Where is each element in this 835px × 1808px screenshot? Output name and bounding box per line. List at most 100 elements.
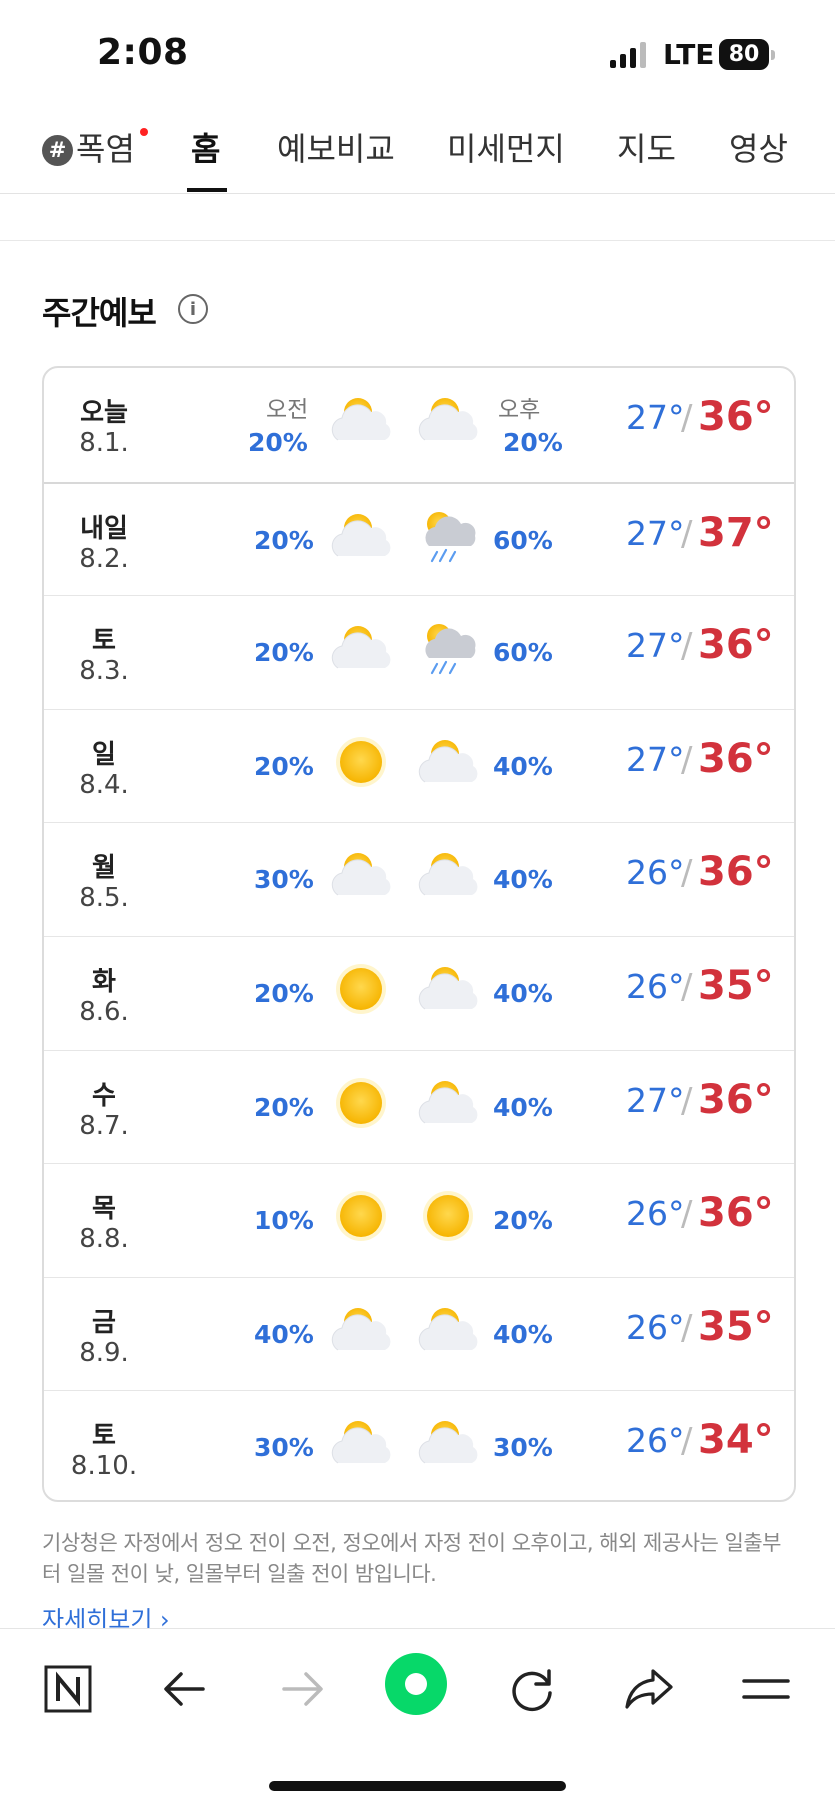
home-indicator — [269, 1781, 566, 1791]
naver-home-icon[interactable] — [38, 1659, 98, 1719]
date-label: 8.2. — [79, 543, 129, 574]
sunny-icon — [328, 732, 394, 792]
temp-separator: / — [681, 739, 693, 780]
date-label: 8.8. — [79, 1224, 129, 1255]
partly-cloudy-icon — [328, 506, 394, 566]
menu-icon[interactable] — [736, 1659, 796, 1719]
tab-heatwave[interactable]: # 폭염 — [42, 124, 135, 170]
partly-cloudy-icon — [415, 959, 481, 1019]
section-title: 주간예보 — [42, 294, 157, 332]
am-precip: 10% — [254, 1206, 314, 1236]
status-bar: 2:08 LTE 80 — [0, 0, 835, 110]
pm-precip: 40% — [493, 751, 553, 781]
low-temp: 26° — [626, 1194, 685, 1234]
temp-separator: / — [681, 513, 693, 554]
forecast-row: 월 8.5. 30% 40% 26°/36° — [44, 822, 794, 935]
signal-icon — [610, 42, 646, 68]
forecast-row: 일 8.4. 20% 40% 27°/36° — [44, 708, 794, 822]
high-temp: 36° — [698, 1076, 774, 1123]
pm-precip: 20% — [503, 428, 563, 457]
tab-fine-dust[interactable]: 미세먼지 — [447, 124, 565, 170]
info-icon[interactable]: i — [178, 294, 208, 324]
weekly-forecast-table: 오늘 8.1. 오전 오후 20% 20% 27°/36° 내일 8.2. 20% 60% 27°/3… — [42, 366, 796, 1502]
date-label: 8.6. — [79, 997, 129, 1027]
partly-cloudy-icon — [415, 1073, 481, 1133]
forecast-row: 내일 8.2. 20% 60% 27°/37° — [44, 481, 794, 595]
pm-precip: 40% — [493, 1319, 553, 1349]
day-label: 월 — [92, 853, 116, 884]
partly-cloudy-icon — [328, 1413, 394, 1473]
high-temp: 36° — [698, 849, 774, 896]
low-temp: 27° — [626, 513, 685, 553]
tab-map[interactable]: 지도 — [617, 124, 676, 170]
partly-cloudy-icon — [415, 732, 481, 792]
high-temp: 35° — [698, 963, 774, 1009]
battery-level: 80 — [719, 39, 769, 70]
sunny-icon — [415, 1186, 481, 1246]
high-temp: 36° — [698, 1190, 774, 1237]
tab-label: 폭염 — [76, 130, 135, 168]
forward-arrow-icon[interactable] — [272, 1659, 332, 1719]
low-temp: 27° — [626, 398, 685, 437]
am-precip: 40% — [254, 1319, 314, 1349]
partly-cloudy-icon — [328, 1300, 394, 1360]
day-label: 일 — [92, 739, 116, 770]
forecast-row: 화 8.6. 20% 40% 26°/35° — [44, 936, 794, 1049]
partly-cloudy-icon — [328, 845, 394, 905]
temp-separator: / — [681, 1080, 693, 1121]
temp-separator: / — [681, 1307, 693, 1348]
active-tab-indicator — [187, 188, 227, 192]
low-temp: 26° — [626, 1421, 685, 1461]
day-label: 내일 — [80, 513, 128, 544]
partly-cloudy-icon — [328, 618, 394, 678]
hashtag-icon: # — [42, 134, 73, 166]
high-temp: 36° — [698, 735, 774, 782]
green-dot-icon[interactable] — [383, 1651, 449, 1717]
tab-home[interactable]: 홈 — [191, 124, 220, 170]
high-temp: 36° — [698, 394, 774, 440]
sunny-icon — [328, 959, 394, 1019]
pm-precip: 40% — [493, 979, 553, 1008]
pm-label: 오후 — [498, 397, 541, 423]
date-label: 8.5. — [79, 883, 129, 914]
day-label: 수 — [92, 1080, 116, 1111]
date-label: 8.10. — [70, 1451, 138, 1482]
temp-separator: / — [681, 398, 693, 438]
forecast-row: 수 8.7. 20% 40% 27°/36° — [44, 1049, 794, 1163]
low-temp: 27° — [626, 1080, 685, 1120]
date-label: 8.4. — [79, 769, 129, 800]
network-label: LTE — [663, 38, 715, 71]
rain-icon — [415, 618, 481, 678]
date-label: 8.9. — [79, 1337, 129, 1368]
day-label: 금 — [92, 1307, 116, 1338]
pm-precip: 30% — [493, 1433, 553, 1463]
temp-separator: / — [681, 626, 693, 667]
day-label: 목 — [92, 1194, 116, 1225]
divider — [0, 240, 835, 241]
high-temp: 35° — [698, 1303, 774, 1350]
pm-precip: 60% — [493, 638, 553, 668]
high-temp: 37° — [698, 509, 774, 556]
low-temp: 26° — [626, 967, 685, 1006]
date-label: 8.7. — [79, 1110, 129, 1141]
date-label: 8.3. — [79, 656, 129, 687]
low-temp: 26° — [626, 853, 685, 893]
partly-cloudy-icon — [328, 390, 394, 450]
clock: 2:08 — [97, 32, 189, 73]
reload-icon[interactable] — [502, 1659, 562, 1719]
day-label: 오늘 — [80, 398, 128, 428]
tab-forecast-compare[interactable]: 예보비교 — [277, 124, 395, 170]
am-precip: 30% — [254, 1433, 314, 1463]
forecast-row: 목 8.8. 10% 20% 26°/36° — [44, 1163, 794, 1276]
am-precip: 20% — [254, 638, 314, 668]
am-label: 오전 — [266, 397, 309, 423]
forecast-row: 토 8.3. 20% 60% 27°/36° — [44, 595, 794, 708]
day-label: 화 — [92, 967, 116, 997]
temp-separator: / — [681, 967, 693, 1007]
temp-separator: / — [681, 1421, 693, 1462]
forecast-row: 금 8.9. 40% 40% 26°/35° — [44, 1276, 794, 1390]
sunny-icon — [328, 1186, 394, 1246]
back-arrow-icon[interactable] — [155, 1659, 215, 1719]
tab-video[interactable]: 영상 — [729, 124, 788, 170]
share-icon[interactable] — [619, 1659, 679, 1719]
